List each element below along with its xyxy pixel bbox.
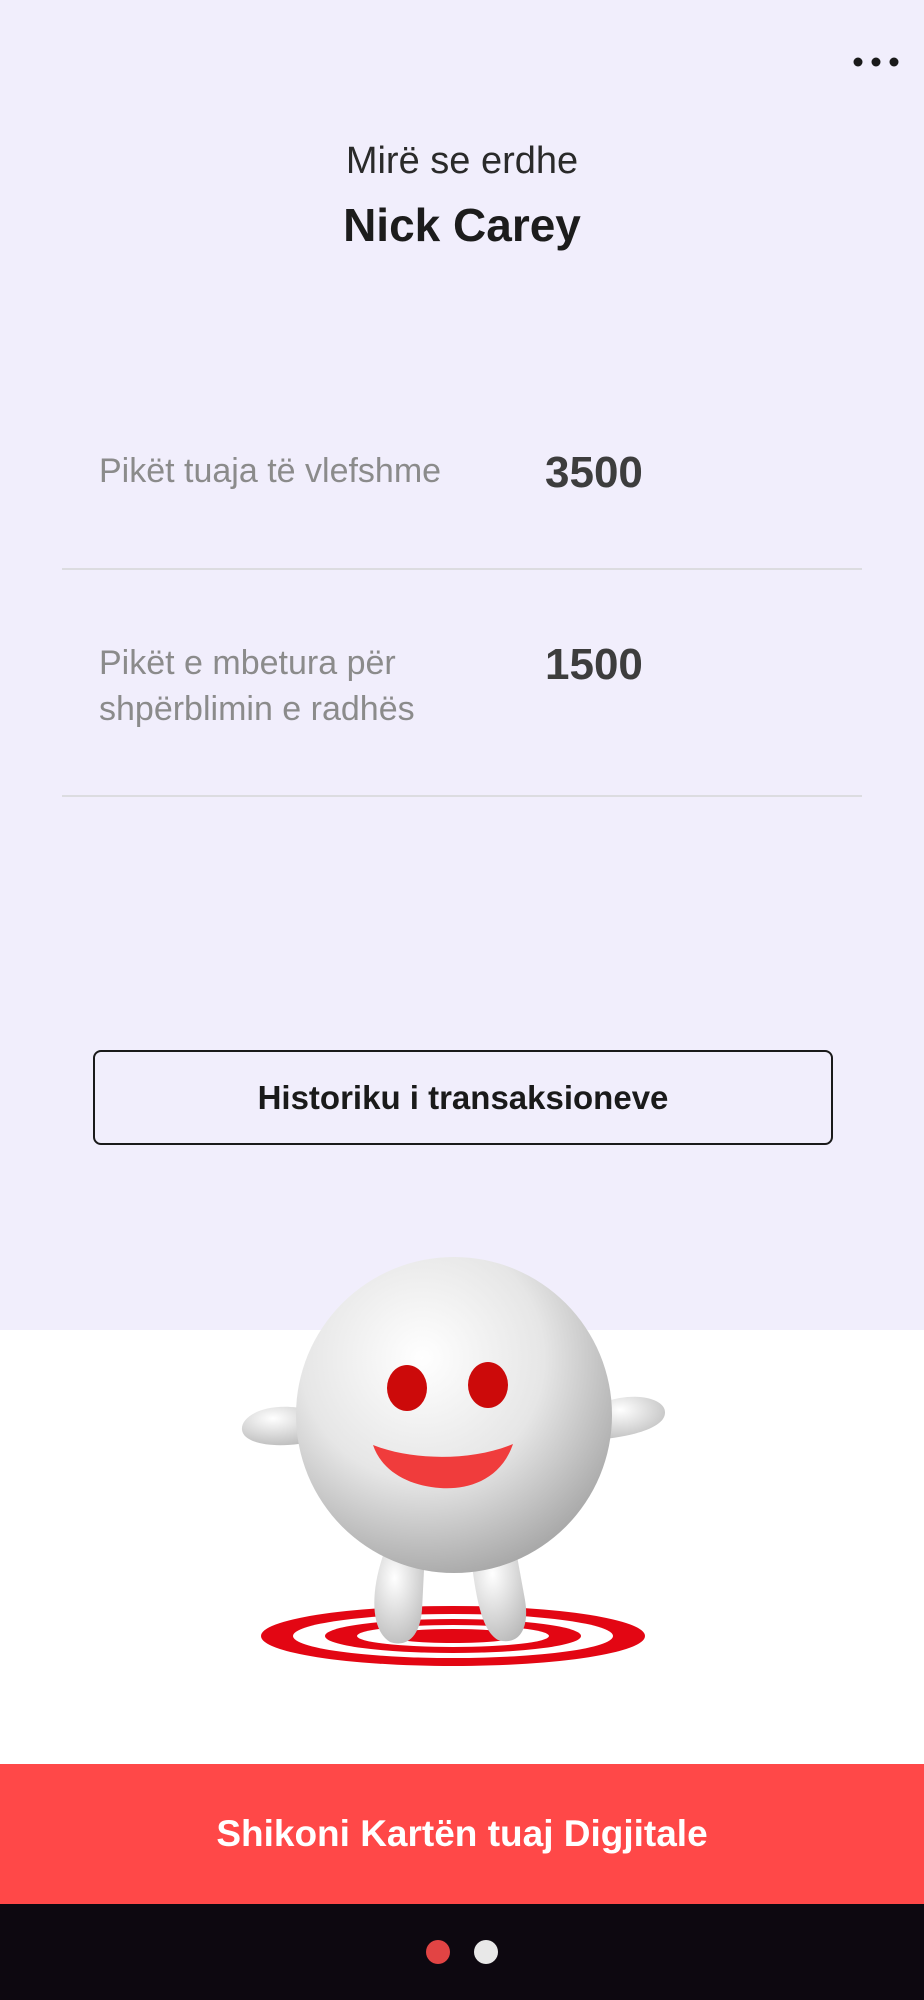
points-available-label: Pikët tuaja të vlefshme (99, 452, 442, 490)
more-horizontal-icon (853, 57, 899, 67)
points-remaining-value: 1500 (545, 640, 643, 689)
points-remaining-row: Pikët e mbetura për shpërblimin e radhës… (62, 640, 862, 760)
points-available-row: Pikët tuaja të vlefshme 3500 (62, 448, 862, 568)
points-remaining-label: Pikët e mbetura për shpërblimin e radhës (99, 644, 415, 728)
app-screen: Mirë se erdhe Nick Carey Pikët tuaja të … (0, 0, 924, 2000)
divider (62, 568, 862, 570)
page-dot-2[interactable] (474, 1940, 498, 1964)
divider (62, 795, 862, 797)
page-indicator (0, 1904, 924, 2000)
mascot-illustration (241, 1257, 666, 1666)
user-name: Nick Carey (343, 199, 581, 251)
points-available-value: 3500 (545, 448, 643, 497)
target-icon (261, 1606, 645, 1666)
view-digital-card-button[interactable]: Shikoni Kartën tuaj Digjitale (0, 1764, 924, 1904)
transaction-history-button[interactable]: Historiku i transaksioneve (93, 1050, 833, 1145)
more-options-button[interactable] (846, 42, 906, 82)
welcome-text: Mirë se erdhe (345, 140, 579, 182)
page-dot-1[interactable] (426, 1940, 450, 1964)
